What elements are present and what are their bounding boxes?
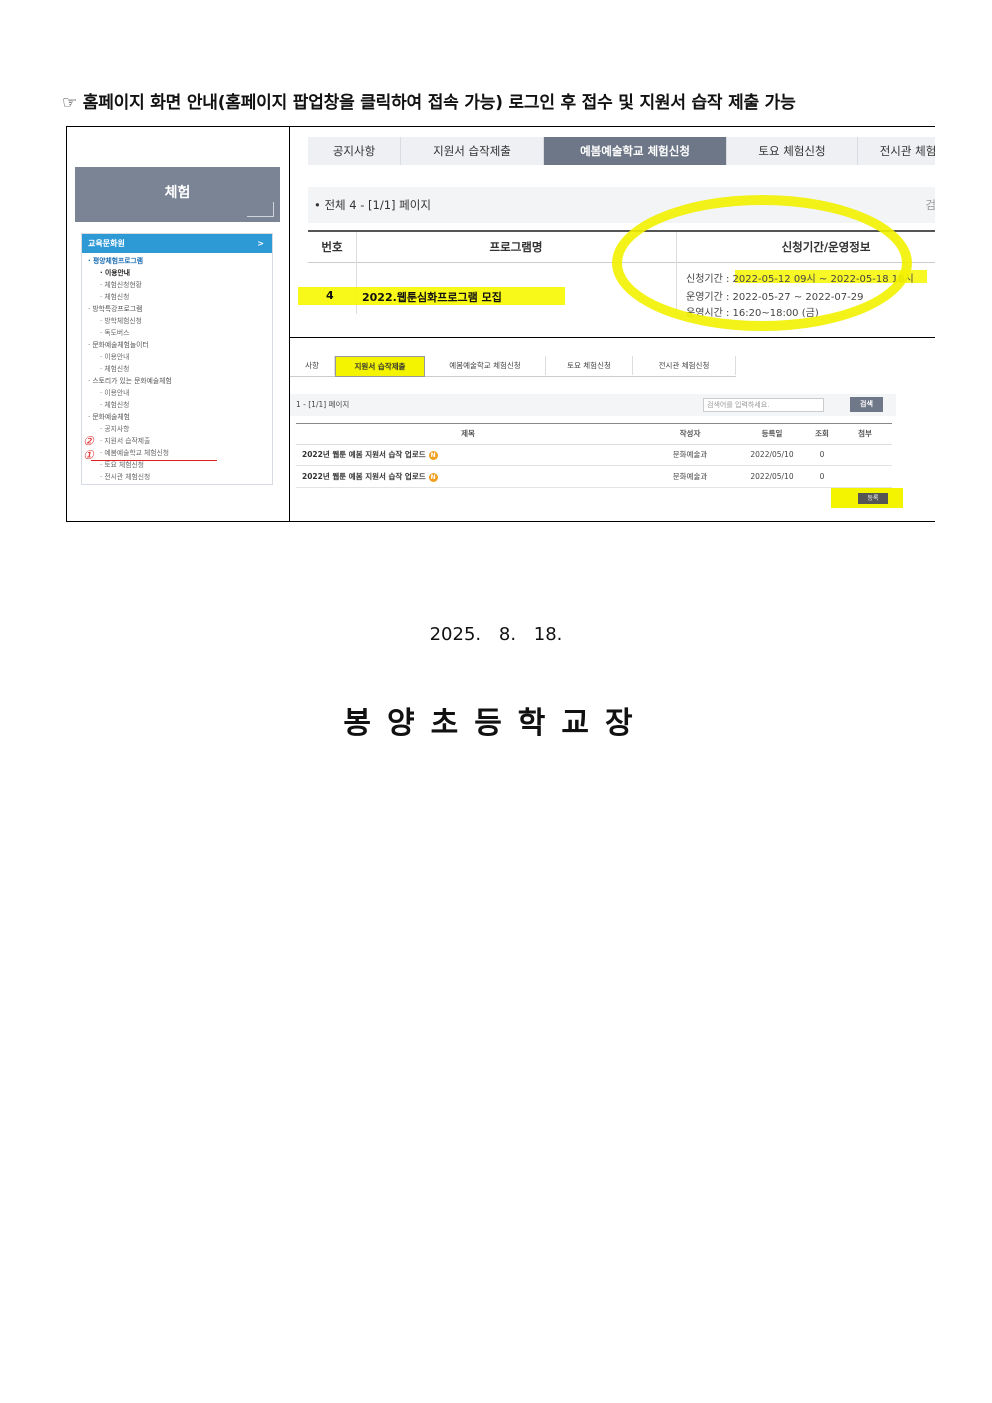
submission-tab-2[interactable]: 예봄예술학교 체험신청 — [425, 356, 546, 375]
cell-author: 문화예술과 — [640, 466, 740, 487]
column-author: 작성자 — [679, 429, 701, 438]
cell-text: 문화예술과 — [672, 472, 708, 481]
screenshot-frame: 체험 교육문화원 > · 평양체험프로그램 · 이용안내 · 체험신청현황 · 체험신… — [66, 126, 935, 522]
sidebar-section-label: 교육문화원 — [88, 239, 125, 248]
column-views: 조회 — [815, 429, 829, 438]
submission-tab-1[interactable]: 지원서 습작제출 — [335, 356, 425, 377]
cell-date: 2022/05/10 — [740, 444, 804, 465]
cell-title[interactable]: 2022년 웹툰 예봄 지원서 습작 업로드 N — [302, 444, 640, 465]
sidebar-item[interactable]: · 전시관 체험신청 — [88, 471, 266, 483]
search-button[interactable]: 검색 — [850, 397, 883, 412]
corner-decoration — [247, 202, 274, 217]
sidebar-item[interactable]: · 평양체험프로그램 — [88, 255, 266, 267]
cell-date: 2022/05/10 — [740, 466, 804, 487]
highlight-ellipse — [612, 195, 912, 331]
sidebar-item[interactable]: · 체험신청 — [88, 291, 266, 303]
submission-table-header: 제목 작성자 등록일 조회 첨부 — [296, 423, 892, 445]
sidebar-item[interactable]: · 이용안내 — [88, 267, 266, 279]
table-row[interactable]: 2022년 웹툰 예봄 지원서 습작 업로드 N 문화예술과 2022/05/10 0 — [296, 444, 892, 466]
page-heading: ☞ 홈페이지 화면 안내(홈페이지 팝업창을 클릭하여 접속 가능) 로그인 후… — [62, 93, 796, 113]
sidebar-section-header[interactable]: 교육문화원 > — [82, 234, 272, 253]
submission-tab-0[interactable]: 사항 — [290, 356, 335, 375]
cell-text: 2022/05/10 — [750, 450, 794, 459]
red-underline-annotation — [91, 460, 217, 461]
tab-2[interactable]: 예봄예술학교 체험신청 — [544, 137, 727, 165]
cell-title[interactable]: 2022년 웹툰 예봄 지원서 습작 업로드 N — [302, 466, 640, 487]
sidebar-item[interactable]: · 독도버스 — [88, 327, 266, 339]
row-number: 4 — [326, 289, 334, 302]
cell-views: 0 — [804, 466, 840, 487]
tab-0[interactable]: 공지사항 — [308, 137, 401, 165]
tab-3[interactable]: 토요 체험신청 — [727, 137, 858, 165]
column-number: 번호 — [321, 240, 343, 254]
cell-text: 0 — [819, 450, 825, 459]
sidebar-item[interactable]: · 이용안내 — [88, 387, 266, 399]
program-list-panel: 공지사항 지원서 습작제출 예봄예술학교 체험신청 토요 체험신청 전시관 체험 • 전… — [290, 127, 935, 337]
submission-tab-4[interactable]: 전시관 체험신청 — [633, 356, 736, 375]
submission-tabs: 사항 지원서 습작제출 예봄예술학교 체험신청 토요 체험신청 전시관 체험신청 — [290, 356, 736, 377]
search-input[interactable]: 검색어를 입력하세요. — [703, 398, 824, 412]
new-badge-icon: N — [428, 472, 438, 482]
total-count-text: • 전체 4 - [1/1] 페이지 — [314, 198, 431, 212]
sidebar-item[interactable]: · 지원서 습작제출 — [88, 435, 266, 447]
column-title: 제목 — [461, 429, 475, 438]
program-tabs: 공지사항 지원서 습작제출 예봄예술학교 체험신청 토요 체험신청 전시관 체험 — [308, 137, 935, 165]
sidebar-title: 체험 — [75, 167, 280, 222]
sidebar-menu: 교육문화원 > · 평양체험프로그램 · 이용안내 · 체험신청현황 · 체험신청 · … — [81, 233, 273, 485]
cell-views: 0 — [804, 444, 840, 465]
sidebar-item[interactable]: · 이용안내 — [88, 351, 266, 363]
cell-text: 0 — [819, 472, 825, 481]
sidebar-item[interactable]: · 공지사항 — [88, 423, 266, 435]
column-attach: 첨부 — [858, 429, 872, 438]
chevron-right-icon: > — [257, 239, 264, 248]
sidebar-item[interactable]: · 체험신청 — [88, 363, 266, 375]
sidebar-title-text: 체험 — [164, 185, 191, 201]
table-row[interactable]: 2022년 웹툰 예봄 지원서 습작 업로드 N 문화예술과 2022/05/10 0 — [296, 466, 892, 488]
sidebar-item[interactable]: · 스토리가 있는 문화예술체험 — [88, 375, 266, 387]
sidebar-item[interactable]: · 예봄예술학교 체험신청 — [88, 447, 266, 459]
tab-1[interactable]: 지원서 습작제출 — [401, 137, 544, 165]
sidebar-item-list: · 평양체험프로그램 · 이용안내 · 체험신청현황 · 체험신청 · 방학특강프로그램… — [82, 253, 272, 485]
handwritten-annotation-2: ② — [83, 434, 94, 448]
cell-text: 2022/05/10 — [750, 472, 794, 481]
sidebar-item[interactable]: · 체험신청 — [88, 399, 266, 411]
sidebar-item[interactable]: · 문화예술체험 — [88, 411, 266, 423]
cell-text: 문화예술과 — [672, 450, 708, 459]
handwritten-annotation-1: ① — [83, 448, 94, 462]
program-title-link[interactable]: 2022.웹툰심화프로그램 모집 — [362, 289, 502, 305]
sidebar-item[interactable]: · 문화예술체험놀이터 — [88, 339, 266, 351]
sidebar-item[interactable]: · 체험신청현황 — [88, 279, 266, 291]
sidebar: 체험 교육문화원 > · 평양체험프로그램 · 이용안내 · 체험신청현황 · 체험신… — [67, 127, 289, 521]
sidebar-item[interactable]: · 방학체험신청 — [88, 315, 266, 327]
tab-4[interactable]: 전시관 체험 — [858, 137, 935, 165]
document-date: 2025. 8. 18. — [429, 624, 563, 645]
new-badge-icon: N — [428, 450, 438, 460]
cell-author: 문화예술과 — [640, 444, 740, 465]
sidebar-item[interactable]: · 방학특강프로그램 — [88, 303, 266, 315]
cell-text: 2022년 웹툰 예봄 지원서 습작 업로드 — [302, 472, 426, 481]
cell-text: 2022년 웹툰 예봄 지원서 습작 업로드 — [302, 450, 426, 459]
submission-tab-3[interactable]: 토요 체험신청 — [546, 356, 633, 375]
search-edge-text: 검 — [925, 198, 935, 212]
register-button[interactable]: 등록 — [858, 493, 888, 504]
signer-title: 봉양초등학교장 — [343, 706, 649, 741]
column-date: 등록일 — [761, 429, 783, 438]
submission-list-panel: 사항 지원서 습작제출 예봄예술학교 체험신청 토요 체험신청 전시관 체험신청 1 -… — [290, 338, 935, 521]
